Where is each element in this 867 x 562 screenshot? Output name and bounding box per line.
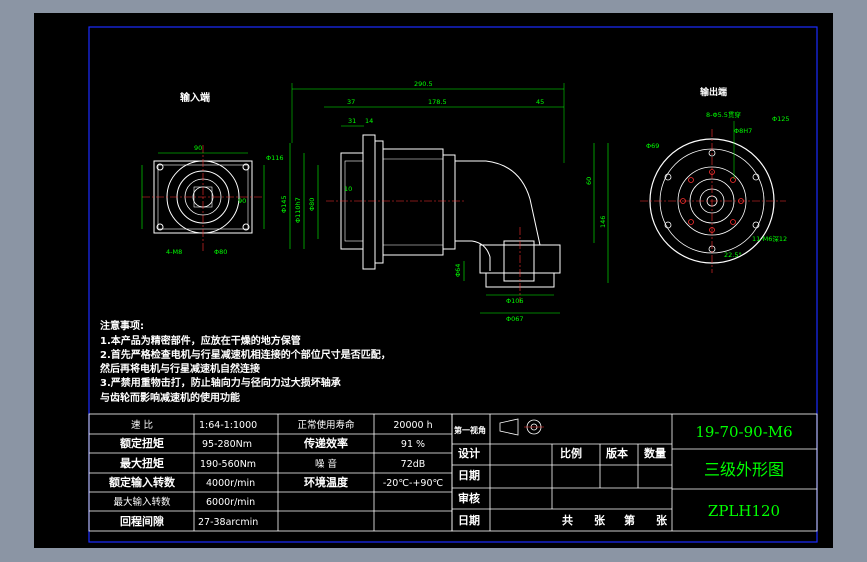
- spec-label: 最大输入转数: [113, 496, 171, 508]
- spec-value: 190-560Nm: [200, 459, 256, 470]
- spec-value: 91 %: [401, 439, 425, 450]
- note-line: 1.本产品为精密部件，应放在干燥的地方保管: [100, 334, 301, 347]
- version-label: 版本: [606, 446, 628, 460]
- spec-label: 传递效率: [303, 436, 348, 450]
- dim-output-through-holes: 8-Φ5.5贯穿: [706, 110, 741, 119]
- dim-body-length: 178.5: [428, 98, 447, 106]
- review-label: 审核: [458, 491, 480, 505]
- spec-label: 速 比: [131, 419, 153, 431]
- spec-label: 噪 音: [315, 458, 337, 470]
- dim-output-pcd: Φ125: [772, 115, 790, 123]
- spec-label: 正常使用寿命: [297, 419, 355, 431]
- spec-label: 额定输入转数: [109, 475, 176, 489]
- quantity-label: 数量: [644, 446, 666, 460]
- sheet-unit-label: 张: [594, 513, 606, 527]
- title-block-text: 第一视角 设计 日期 审核 日期 比例 版本 数量 共 张 第 张 19-70-…: [454, 423, 793, 527]
- cad-drawing: 输入端 90 Φ116 90 Φ80 4-M8 290.5 178.5 37 3…: [88, 26, 818, 543]
- spec-label: 额定扭矩: [120, 436, 164, 450]
- input-end-title: 输入端: [180, 91, 210, 104]
- drawing-canvas: 输入端 90 Φ116 90 Φ80 4-M8 290.5 178.5 37 3…: [34, 13, 833, 548]
- output-end-title: 输出端: [700, 86, 727, 98]
- date-label: 日期: [458, 468, 480, 482]
- dim-output-height: 60: [585, 177, 593, 185]
- dim-input-thread: 4-M8: [166, 248, 182, 256]
- note-line: 2.首先严格检查电机与行星减速机相连接的个部位尺寸是否匹配，: [100, 348, 391, 361]
- date-label: 日期: [458, 513, 480, 527]
- sheet-total-label: 共: [562, 513, 573, 527]
- dim-input-pcd: Φ116: [266, 154, 284, 162]
- projection-label: 第一视角: [454, 425, 486, 435]
- dim-shaft-length: 31: [348, 117, 356, 125]
- spec-table-text: 速 比 1:64-1:1000 正常使用寿命 20000 h 额定扭矩 95-2…: [109, 419, 443, 528]
- dim-output-threads: 11-M6深12: [752, 234, 787, 243]
- input-end-view: 输入端 90 Φ116 90 Φ80 4-M8: [141, 91, 284, 256]
- drawing-number: 19-70-90-M6: [695, 423, 792, 441]
- dim-pilot-diameter: Φ110h7: [294, 197, 302, 223]
- sheet-unit-label: 张: [656, 513, 668, 527]
- design-label: 设计: [458, 446, 480, 460]
- note-line: 3.严禁用重物击打，防止轴向力与径向力过大损坏轴承: [100, 376, 341, 389]
- dim-step-length: 14: [365, 117, 373, 125]
- spec-value: 72dB: [401, 459, 426, 470]
- notes-heading: 注意事项:: [100, 319, 144, 332]
- spec-value: -20℃-+90℃: [383, 478, 444, 489]
- output-end-view: 输出端 8-Φ5.5贯穿 Φ125 Φ69 Φ8H7 11-M6深12 22.5…: [640, 86, 790, 273]
- spec-value: 6000r/min: [206, 497, 255, 508]
- projection-symbol: [499, 418, 544, 436]
- dim-shaft-diameter: Φ80: [308, 198, 316, 211]
- spec-value: 20000 h: [393, 420, 432, 431]
- dim-input-width: 90: [194, 144, 202, 152]
- dim-output-bore: Φ69: [646, 142, 659, 150]
- dim-input-pilot: Φ80: [214, 248, 227, 256]
- side-view: 290.5 178.5 37 31 14 45 Φ145 Φ110h7 Φ80 …: [280, 80, 609, 323]
- note-line: 然后再将电机与行星减速机自然连接: [100, 362, 260, 375]
- dim-key-width: 10: [344, 185, 352, 193]
- dim-total-height: 146: [599, 216, 607, 228]
- spec-value: 1:64-1:1000: [199, 420, 257, 431]
- dim-output-pin: Φ8H7: [734, 127, 752, 135]
- dim-flange-diameter: Φ145: [280, 195, 288, 213]
- dim-output-offset: 45: [536, 98, 544, 106]
- dim-output-shaft: Φ64: [454, 264, 462, 277]
- spec-value: 27-38arcmin: [198, 517, 258, 528]
- dim-overall-length: 290.5: [414, 80, 433, 88]
- drawing-title: 三级外形图: [704, 460, 784, 479]
- dim-flange-length: 37: [347, 98, 355, 106]
- model-number: ZPLH120: [708, 502, 780, 520]
- spec-value: 95-280Nm: [202, 439, 252, 450]
- scale-label: 比例: [560, 446, 582, 460]
- dim-output-angle: 22.5°: [724, 251, 742, 259]
- sheet-index-label: 第: [624, 513, 635, 527]
- notes: 注意事项: 1.本产品为精密部件，应放在干燥的地方保管 2.首先严格检查电机与行…: [100, 319, 391, 404]
- spec-label: 回程间隙: [120, 514, 164, 528]
- spec-value: 4000r/min: [206, 478, 255, 489]
- spec-table: [88, 413, 453, 532]
- dim-input-height: 90: [238, 197, 246, 205]
- spec-label: 环境温度: [304, 475, 349, 489]
- spec-label: 最大扭矩: [120, 456, 164, 470]
- dim-output-pilot: Φ106: [506, 297, 524, 305]
- note-line: 与齿轮而影响减速机的使用功能: [100, 391, 240, 404]
- dim-output-flange: Φ067: [506, 315, 524, 323]
